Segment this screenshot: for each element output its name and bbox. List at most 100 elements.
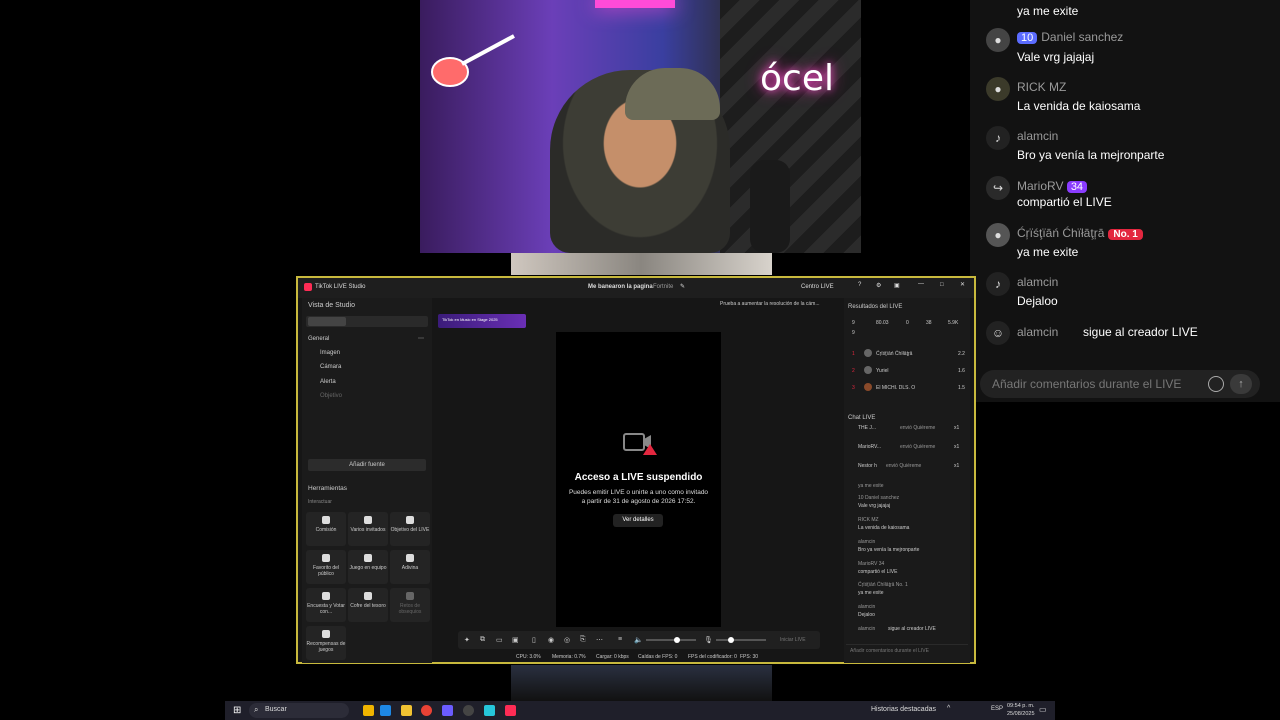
mini-chat-name[interactable]: alamcin — [858, 626, 875, 632]
edit-icon[interactable]: ✎ — [680, 283, 685, 290]
tool-poll[interactable]: Encuesta y Votar con... — [306, 588, 346, 622]
chat-username[interactable]: alamcin — [1017, 129, 1058, 143]
lock-tab[interactable] — [392, 317, 426, 326]
maximize-button[interactable]: □ — [940, 282, 944, 288]
clock-date[interactable]: 25/08/2025 — [1007, 711, 1035, 717]
source-item[interactable]: Alerta — [320, 379, 336, 385]
mini-chat-name[interactable]: alamcin — [858, 539, 875, 545]
chat-username[interactable]: RICK MZ — [1017, 80, 1066, 94]
mini-chat-name[interactable]: RICK MZ — [858, 517, 879, 523]
emoji-icon[interactable] — [1208, 376, 1224, 392]
chrome-icon[interactable] — [421, 705, 432, 716]
mini-chat-name[interactable]: 10 Daniel sanchez — [858, 495, 899, 501]
record-icon[interactable]: ◉ — [548, 636, 554, 644]
effects-icon[interactable]: ✦ — [464, 636, 470, 644]
phone-icon[interactable]: ▯ — [532, 636, 536, 644]
language-indicator[interactable]: ESP — [991, 706, 1003, 712]
mic-slider[interactable] — [716, 637, 766, 643]
tray-chevron-icon[interactable]: ^ — [947, 705, 950, 712]
mini-chat-name[interactable]: alamcin — [858, 604, 875, 610]
avatar[interactable]: ● — [986, 28, 1010, 52]
discord-icon[interactable] — [442, 705, 453, 716]
stream-title[interactable]: Me banearon la pagina — [588, 284, 653, 290]
source-item[interactable]: Objetivo — [320, 393, 342, 399]
landscape-tab[interactable] — [350, 317, 388, 326]
chat-username[interactable]: alamcin — [1017, 275, 1058, 289]
source-item[interactable]: Imagen — [320, 350, 340, 356]
rank-name[interactable]: Ćŗïśţïāń Ćhïłāţŗā — [876, 351, 912, 357]
app-icon[interactable] — [484, 705, 495, 716]
close-button[interactable]: ✕ — [960, 281, 965, 288]
help-icon[interactable]: ? — [858, 282, 861, 288]
tiktok-icon[interactable] — [505, 705, 516, 716]
avatar[interactable]: ● — [986, 77, 1010, 101]
rank-name[interactable]: Yuriel — [876, 368, 889, 374]
edge-icon[interactable] — [380, 705, 391, 716]
send-button[interactable]: ↑ — [1230, 374, 1252, 394]
volume-slider[interactable] — [646, 637, 696, 643]
stat-value: 9 — [852, 330, 855, 336]
event-banner[interactable]: TikTok en Music en Stage 2025 — [438, 314, 526, 328]
tool-treasure[interactable]: Cofre del tesoro — [348, 588, 388, 622]
tool-commission[interactable]: Comisión — [306, 512, 346, 546]
notification-icon[interactable]: ▭ — [1039, 705, 1047, 714]
add-source-button[interactable]: Añadir fuente — [308, 459, 426, 471]
more-icon[interactable]: ⋯ — [596, 636, 603, 644]
file-explorer-icon[interactable] — [401, 705, 412, 716]
chat-username[interactable]: Daniel sanchez — [1041, 30, 1123, 44]
app-title: TikTok LIVE Studio — [315, 284, 366, 290]
tool-multi-guest[interactable]: Varios invitados — [348, 512, 388, 546]
rank-name[interactable]: El MICHI. DLS. O — [876, 385, 915, 391]
tool-guess[interactable]: Adivina — [390, 550, 430, 584]
crop-icon[interactable]: ⧉ — [480, 636, 485, 644]
mini-chat-name[interactable]: MarioRV 34 — [858, 561, 884, 567]
obs-icon[interactable] — [463, 705, 474, 716]
general-group[interactable]: General — [308, 336, 329, 342]
view-dropdown[interactable]: Vista de Studio — [308, 302, 355, 309]
stream-preview: Acceso a LIVE suspendido Puedes emitir L… — [556, 332, 721, 627]
chat-username[interactable]: MarioRV — [1017, 179, 1063, 193]
gift-sender[interactable]: MarioRV... — [858, 444, 881, 450]
layout-icon[interactable]: ▣ — [894, 282, 900, 289]
tool-live-goal[interactable]: Objetivo del LIVE — [390, 512, 430, 546]
replay-icon[interactable]: ◎ — [564, 636, 570, 644]
chest-icon — [364, 592, 372, 600]
more-icon[interactable]: ⋯ — [418, 335, 424, 342]
news-widget[interactable]: Historias destacadas — [871, 706, 936, 713]
music-note-icon[interactable]: ♪ — [986, 126, 1010, 150]
taskbar: ⊞ ⌕ Buscar Historias destacadas ^ ESP 09:… — [225, 701, 1055, 720]
tool-favorite[interactable]: Favorito del público — [306, 550, 346, 584]
search-box[interactable]: ⌕ Buscar — [249, 703, 349, 718]
music-note-icon[interactable]: ♪ — [986, 272, 1010, 296]
comment-input[interactable]: Añadir comentarios durante el LIVE ↑ — [980, 370, 1260, 398]
settings-icon[interactable]: ⚙ — [876, 282, 881, 289]
mic-icon[interactable]: 🎙 — [704, 636, 713, 644]
portrait-tab[interactable] — [308, 317, 346, 326]
source-item[interactable]: Cámara — [320, 364, 341, 370]
mini-comment-input[interactable]: Añadir comentarios durante el LIVE — [846, 644, 968, 656]
resolution-hint[interactable]: Prueba a aumentar la resolución de la cá… — [720, 301, 820, 307]
gift-sender[interactable]: THE J... — [858, 425, 876, 431]
minimize-button[interactable]: — — [918, 281, 924, 287]
mini-chat-name[interactable]: Ćŗïśţïāń Ćhïłāţŗā No. 1 — [858, 582, 908, 588]
windows-start-icon[interactable]: ⊞ — [233, 705, 241, 716]
tool-team-game[interactable]: Juego en equipo — [348, 550, 388, 584]
clip-icon[interactable]: ⎘ — [580, 636, 586, 644]
centro-live-button[interactable]: Centro LIVE — [801, 284, 834, 290]
app-icon[interactable] — [363, 705, 374, 716]
gift-sender[interactable]: Nestor h — [858, 463, 877, 469]
chat-username[interactable]: Ćŗïśţïāń Ćhïłāţŗā — [1017, 226, 1104, 240]
screen-icon[interactable]: ▭ — [496, 636, 503, 644]
speaker-icon[interactable]: 🔈 — [634, 636, 643, 644]
mixer-icon[interactable]: ≡ — [618, 636, 622, 643]
details-button[interactable]: Ver detalles — [613, 514, 663, 527]
clock-time[interactable]: 09:54 p. m. — [1007, 703, 1035, 709]
tool-gift-challenge[interactable]: Retos de obsequios — [390, 588, 430, 622]
tool-game-rewards[interactable]: Recompensas de juegos — [306, 626, 346, 660]
avatar[interactable]: ● — [986, 223, 1010, 247]
start-live-button[interactable]: Iniciar LIVE — [780, 637, 806, 643]
slider-knob[interactable] — [728, 637, 734, 643]
slider-knob[interactable] — [674, 637, 680, 643]
chat-username[interactable]: alamcin — [1017, 325, 1058, 339]
capture-icon[interactable]: ▣ — [512, 636, 519, 644]
